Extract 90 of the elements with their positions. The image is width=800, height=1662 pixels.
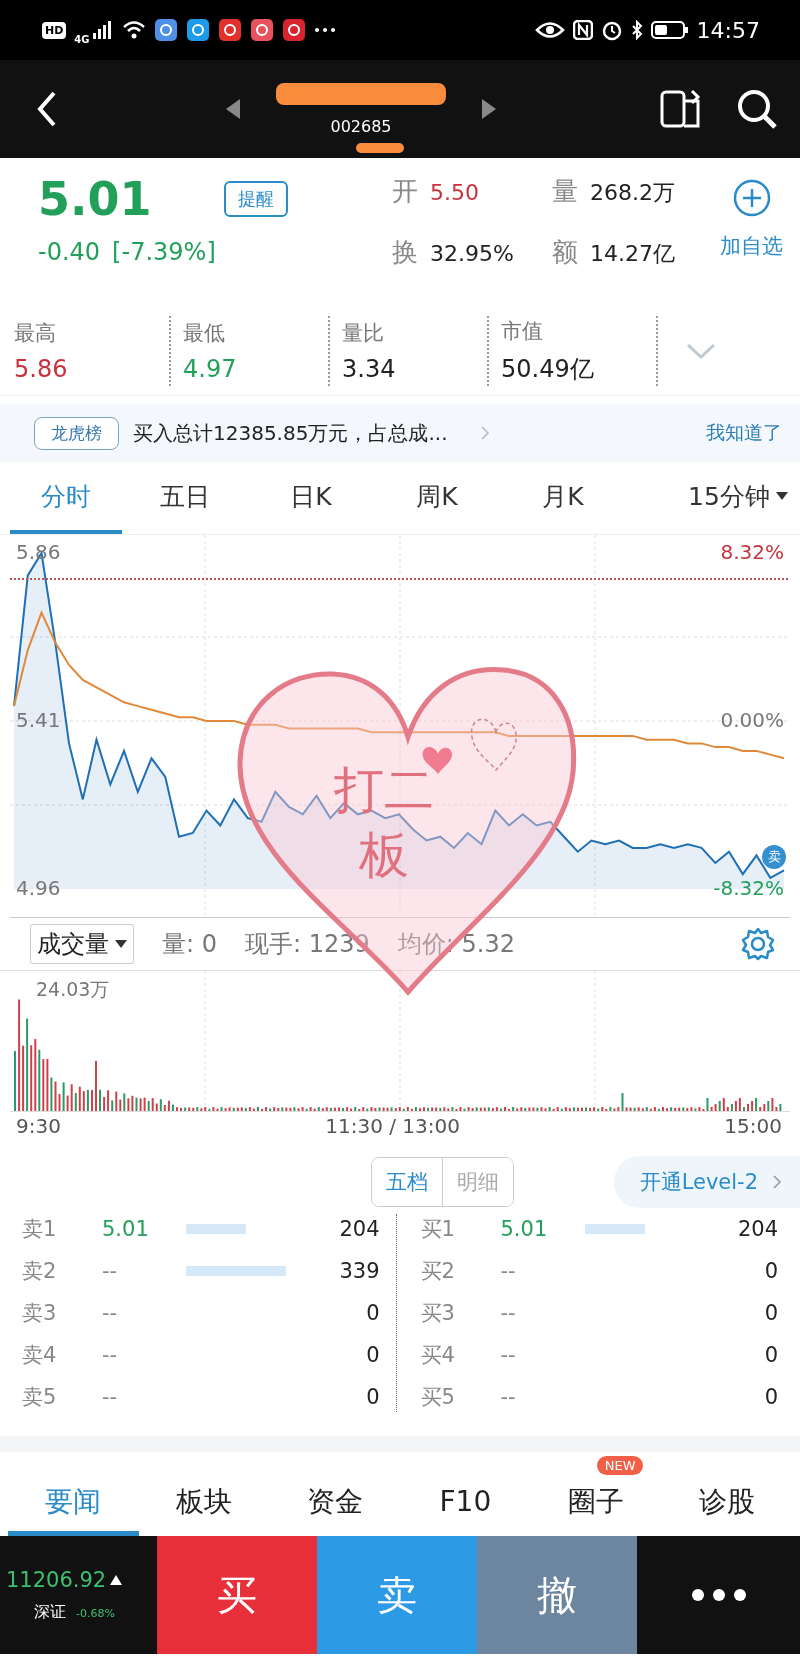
order-volume: 0 — [764, 1385, 778, 1409]
order-price: -- — [102, 1385, 119, 1409]
order-price: -- — [102, 1343, 119, 1367]
order-price: -- — [102, 1301, 119, 1325]
stat-label: 最高 — [14, 319, 57, 347]
order-volume: 0 — [366, 1343, 380, 1367]
stat-value: 268.2万 — [590, 179, 675, 207]
price-change: -0.40 — [38, 238, 101, 266]
order-volume: 0 — [366, 1385, 380, 1409]
axis-label: 0.00% — [720, 708, 784, 732]
order-level-label: 卖2 — [22, 1258, 58, 1285]
news-tab[interactable]: 板块 — [138, 1480, 270, 1536]
axis-label: 5.86 — [16, 540, 61, 564]
period-dropdown[interactable]: 15分钟 — [680, 462, 796, 534]
order-price: -- — [500, 1385, 517, 1409]
order-volume: 0 — [764, 1343, 778, 1367]
index-name: 深证 — [34, 1601, 66, 1623]
period-tab[interactable]: 周K — [374, 462, 500, 534]
order-level-label: 卖5 — [22, 1384, 58, 1411]
alert-button[interactable]: 提醒 — [223, 181, 288, 217]
stat-label: 市值 — [501, 317, 544, 345]
order-volume: 0 — [764, 1259, 778, 1283]
news-tab[interactable]: 资金 — [269, 1480, 400, 1536]
stat-label: 开 — [392, 175, 418, 208]
order-level-label: 买2 — [420, 1258, 456, 1285]
order-price: -- — [500, 1301, 517, 1325]
volume-stat: 量: 0 — [162, 929, 217, 960]
order-volume: 204 — [737, 1217, 778, 1241]
percent-change: [-7.39%] — [112, 238, 216, 266]
order-level-label: 卖4 — [22, 1342, 58, 1369]
axis-label: 9:30 — [16, 1114, 61, 1140]
order-level-label: 买5 — [420, 1384, 456, 1411]
stat-value: 5.50 — [430, 180, 479, 205]
axis-label: 4.96 — [16, 876, 61, 900]
stat-value: 5.86 — [14, 354, 69, 383]
news-tab[interactable]: F10 — [400, 1480, 531, 1536]
order-volume: 0 — [764, 1301, 778, 1325]
axis-label: -8.32% — [713, 876, 784, 900]
stat-label: 最低 — [183, 319, 226, 347]
sticker-text: 打二板 — [333, 760, 435, 886]
axis-label: 8.32% — [720, 540, 784, 564]
period-tab[interactable]: 月K — [500, 462, 626, 534]
period-tab[interactable]: 五日 — [122, 462, 248, 534]
stat-value: 14.27亿 — [590, 240, 675, 268]
stock-code: 002685 — [330, 116, 392, 136]
axis-label: 11:30 / 13:00 — [325, 1114, 460, 1140]
dismiss-link[interactable]: 我知道了 — [706, 420, 782, 446]
axis-label: 15:00 — [724, 1114, 782, 1140]
stat-label: 额 — [552, 236, 578, 269]
clock-time: 14:57 — [696, 17, 760, 43]
order-level-label: 卖1 — [22, 1216, 58, 1243]
stat-value: 3.34 — [342, 354, 397, 383]
stat-value: 4.97 — [183, 354, 238, 383]
hd-badge: HD — [42, 21, 67, 39]
order-price: 5.01 — [102, 1217, 150, 1241]
stat-value: 50.49亿 — [501, 353, 595, 385]
indicator-dropdown[interactable]: 成交量 — [30, 924, 134, 964]
news-tab[interactable]: 圈子 — [530, 1480, 662, 1536]
network-label: 4G — [74, 33, 90, 45]
stat-label: 换 — [392, 236, 418, 269]
stat-label: 量比 — [342, 319, 385, 347]
notice-text[interactable]: 买入总计12385.85万元，占总成... — [133, 419, 448, 447]
index-change: -0.68% — [76, 1606, 115, 1620]
stat-value: 32.95% — [430, 241, 514, 266]
period-tab[interactable]: 分时 — [10, 462, 122, 534]
order-price: -- — [102, 1259, 119, 1283]
new-badge: NEW — [596, 1456, 644, 1475]
order-volume: 204 — [339, 1217, 380, 1241]
axis-label: 24.03万 — [36, 977, 110, 1002]
order-volume: 0 — [366, 1301, 380, 1325]
order-level-label: 买3 — [420, 1300, 456, 1327]
cancel-order-button[interactable]: 撤 — [477, 1536, 637, 1654]
list-tag: 龙虎榜 — [34, 416, 119, 450]
order-level-label: 卖3 — [22, 1300, 58, 1327]
news-tab[interactable]: 诊股 — [661, 1480, 793, 1536]
sell-marker: 卖 — [762, 845, 786, 869]
order-volume: 339 — [339, 1259, 380, 1283]
stat-label: 量 — [552, 175, 578, 208]
order-level-label: 买4 — [420, 1342, 456, 1369]
order-level-label: 买1 — [420, 1216, 456, 1243]
last-price: 5.01 — [38, 172, 152, 226]
order-price: 5.01 — [500, 1217, 549, 1241]
order-price: -- — [500, 1343, 517, 1367]
index-ticker[interactable]: 11206.92 深证 -0.68% — [0, 1536, 157, 1654]
order-price: -- — [500, 1259, 517, 1283]
axis-label: 5.41 — [16, 708, 61, 732]
buy-button[interactable]: 买 — [157, 1536, 317, 1654]
add-watchlist-link[interactable]: 加自选 — [720, 232, 783, 260]
index-value: 11206.92 — [6, 1567, 107, 1592]
period-tab[interactable]: 日K — [248, 462, 374, 534]
